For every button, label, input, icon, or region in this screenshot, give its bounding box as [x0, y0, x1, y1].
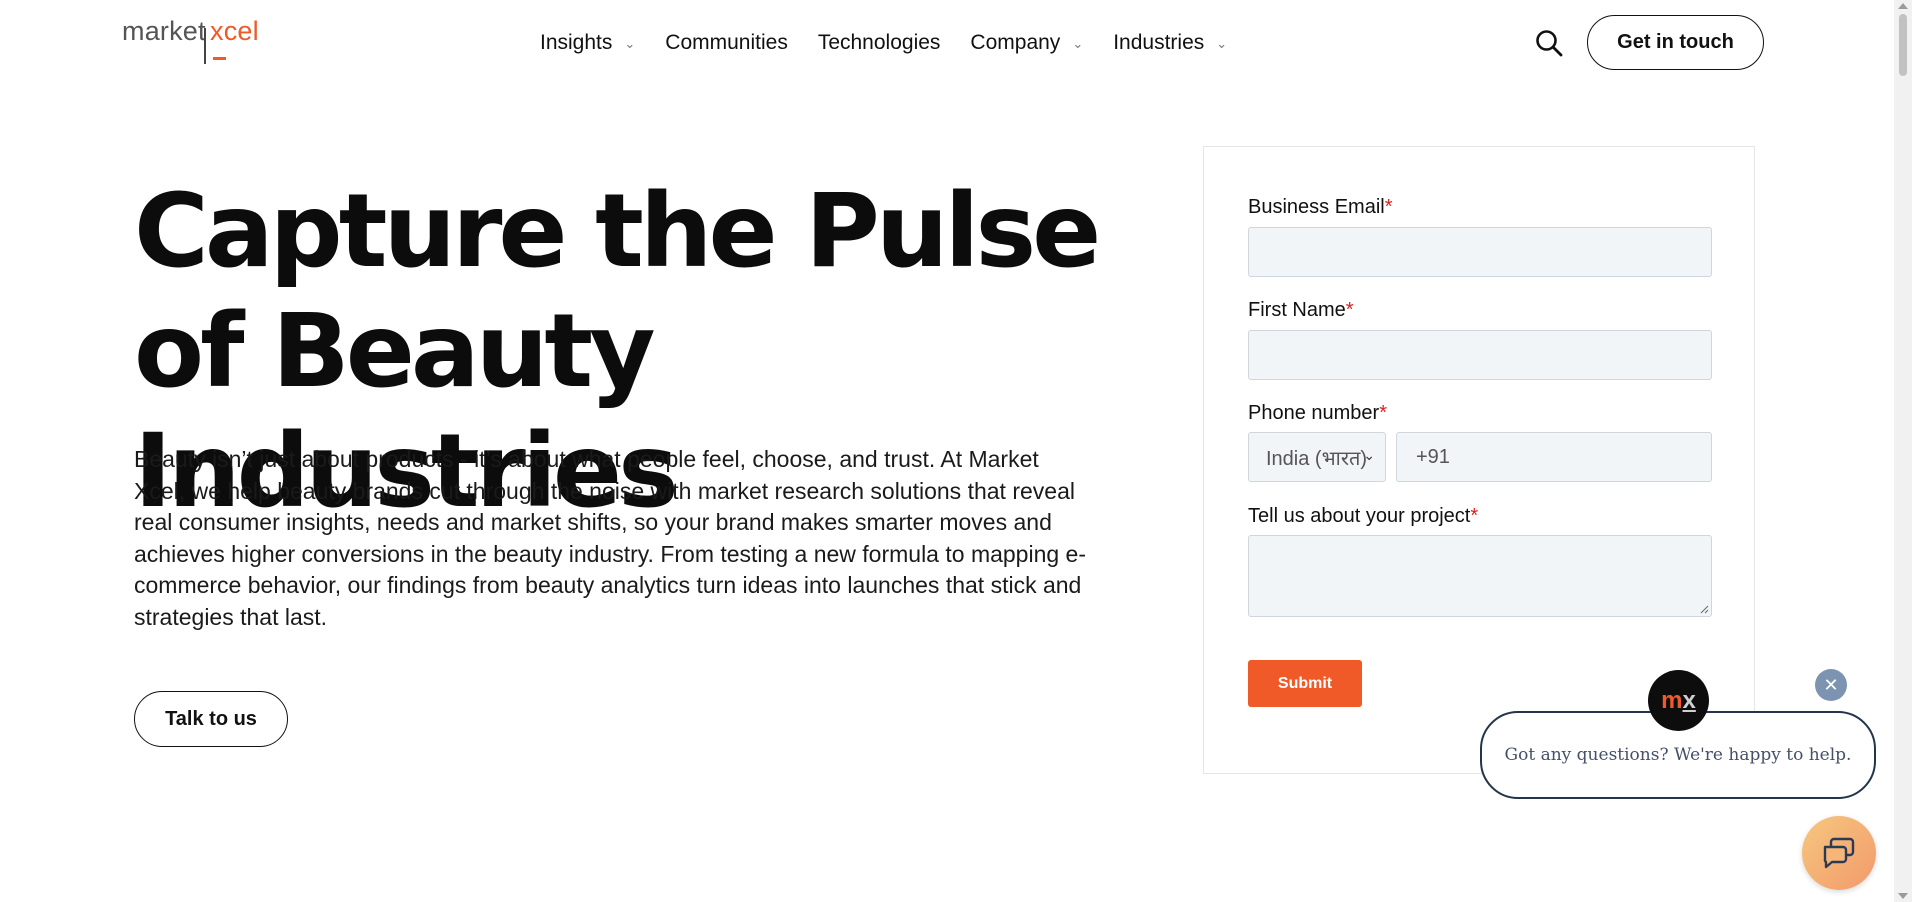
nav-item-industries[interactable]: Industries ⌄ [1113, 31, 1227, 55]
country-code-select[interactable]: India (भारत) ⌄ [1248, 432, 1386, 482]
label-text: Phone number [1248, 402, 1380, 424]
label-text: First Name [1248, 299, 1346, 321]
chat-prompt-text: Got any questions? We're happy to help. [1504, 745, 1852, 765]
first-name-label: First Name* [1248, 299, 1354, 322]
talk-to-us-button[interactable]: Talk to us [134, 691, 288, 747]
site-header: market xcel Insights ⌄ Communities Techn… [0, 0, 1894, 90]
hero-description: Beauty isn’t just about products - it’s … [134, 446, 1087, 630]
chevron-down-icon: ⌄ [1363, 447, 1375, 463]
search-icon[interactable] [1534, 28, 1564, 58]
required-mark: * [1384, 196, 1393, 218]
logo-divider [204, 28, 206, 64]
label-text: Business Email [1248, 196, 1385, 218]
business-email-label: Business Email* [1248, 196, 1393, 219]
title-line-1: Capture the Pulse [134, 172, 1101, 291]
country-select-value: India (भारत) [1266, 447, 1368, 470]
nav-item-label: Technologies [817, 31, 941, 54]
nav-item-label: Company [970, 31, 1061, 54]
project-textarea[interactable] [1248, 535, 1712, 617]
logo-market-text: market [122, 16, 206, 46]
chevron-down-icon: ⌄ [624, 36, 636, 51]
nav-item-label: Insights [540, 31, 613, 54]
nav-item-communities[interactable]: Communities [665, 31, 788, 55]
avatar-x-text: x [1682, 686, 1696, 714]
required-mark: * [1379, 402, 1387, 424]
scrollbar-thumb[interactable] [1899, 14, 1907, 76]
chevron-down-icon: ⌄ [1216, 36, 1228, 51]
phone-input-value: +91 [1416, 445, 1450, 468]
nav-item-insights[interactable]: Insights ⌄ [540, 31, 635, 55]
scroll-down-arrow-icon[interactable] [1898, 893, 1908, 899]
required-mark: * [1345, 299, 1354, 321]
get-in-touch-button[interactable]: Get in touch [1587, 15, 1764, 70]
logo-xcel-text: xcel [210, 16, 259, 46]
first-name-field[interactable] [1248, 330, 1712, 380]
chat-avatar: mx [1648, 670, 1709, 731]
chevron-down-icon: ⌄ [1072, 36, 1084, 51]
page-scrollbar[interactable] [1894, 0, 1912, 902]
scroll-up-arrow-icon[interactable] [1898, 3, 1908, 9]
submit-button[interactable]: Submit [1248, 660, 1362, 707]
project-label: Tell us about your project* [1248, 505, 1478, 528]
nav-item-company[interactable]: Company ⌄ [970, 31, 1083, 55]
phone-number-field[interactable]: +91 [1396, 432, 1712, 482]
business-email-field[interactable] [1248, 227, 1712, 277]
nav-item-label: Communities [665, 31, 788, 54]
main-nav: Insights ⌄ Communities Technologies Comp… [540, 28, 1257, 58]
required-mark: * [1470, 505, 1479, 527]
nav-item-technologies[interactable]: Technologies [818, 31, 941, 55]
phone-number-label: Phone number* [1248, 402, 1387, 425]
label-text: Tell us about your project [1248, 505, 1471, 527]
nav-item-label: Industries [1113, 31, 1205, 54]
close-icon[interactable]: ✕ [1815, 669, 1847, 701]
avatar-m-text: m [1661, 686, 1683, 714]
logo-accent-dash [213, 57, 226, 60]
marketxcel-logo[interactable]: market xcel [122, 16, 272, 66]
resize-handle-icon[interactable] [1699, 604, 1709, 614]
chat-icon [1823, 837, 1855, 869]
chat-launcher-button[interactable] [1802, 816, 1876, 890]
